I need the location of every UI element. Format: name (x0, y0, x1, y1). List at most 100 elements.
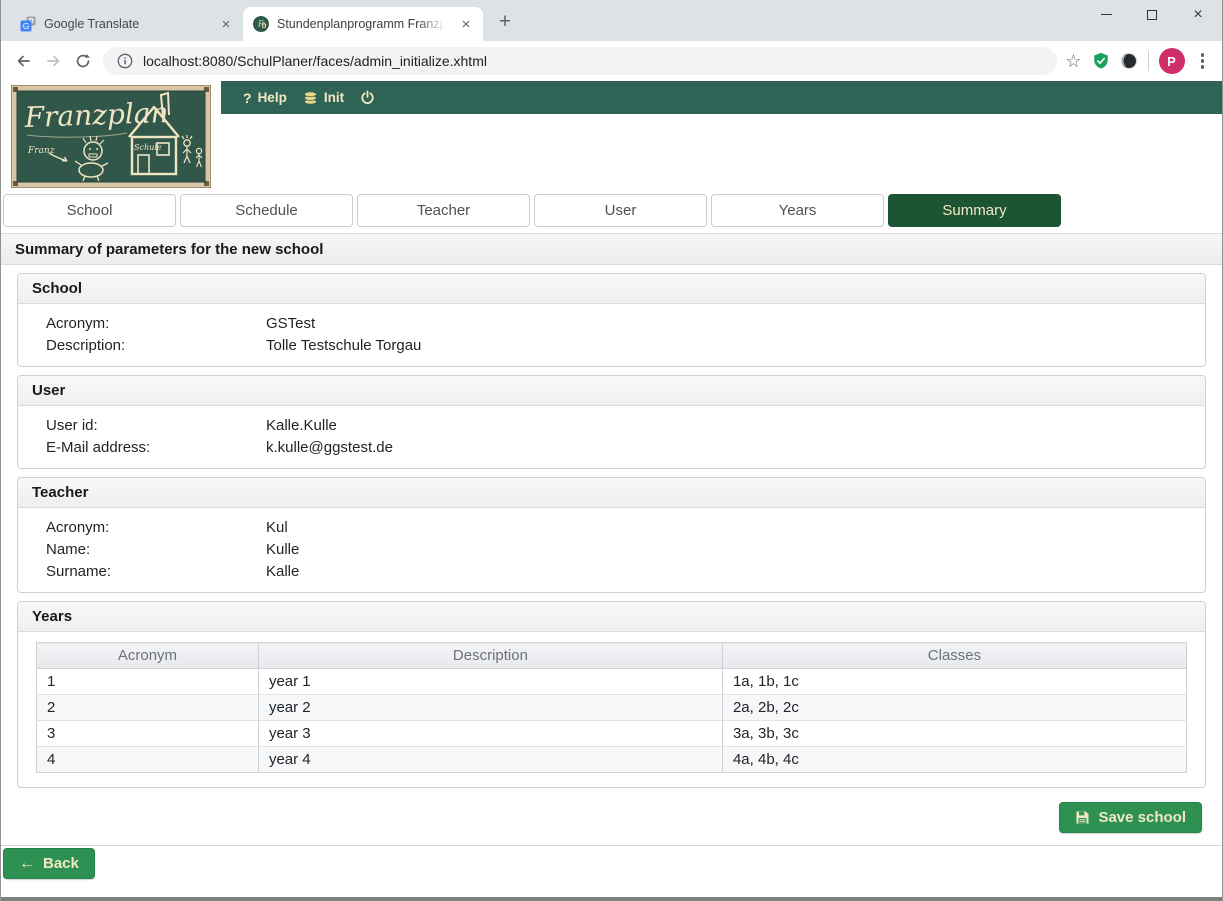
column-header-acronym: Acronym (37, 643, 259, 669)
tab-teacher[interactable]: Teacher (357, 194, 530, 227)
bookmark-star-icon[interactable]: ☆ (1065, 51, 1081, 72)
field-row: Acronym: GSTest (18, 312, 1205, 334)
database-icon (303, 90, 318, 105)
address-bar[interactable]: localhost:8080/SchulPlaner/faces/admin_i… (103, 47, 1057, 75)
field-label: User id: (46, 417, 266, 434)
table-row: 4 year 4 4a, 4b, 4c (37, 747, 1187, 773)
field-label: Description: (46, 337, 266, 354)
field-row: User id: Kalle.Kulle (18, 414, 1205, 436)
footer: ← Back (1, 845, 1222, 879)
tab-user[interactable]: User (534, 194, 707, 227)
svg-text:Schule: Schule (134, 143, 162, 152)
tab-school[interactable]: School (3, 194, 176, 227)
tab-title: Google Translate (44, 17, 209, 31)
years-panel-title: Years (18, 602, 1205, 632)
cell-acronym: 2 (37, 695, 259, 721)
field-row: Acronym: Kul (18, 516, 1205, 538)
table-row: 1 year 1 1a, 1b, 1c (37, 669, 1187, 695)
save-school-label: Save school (1098, 809, 1186, 826)
column-header-description: Description (258, 643, 722, 669)
cell-description: year 1 (258, 669, 722, 695)
tab-summary[interactable]: Summary (888, 194, 1061, 227)
cell-acronym: 1 (37, 669, 259, 695)
save-row: Save school (21, 802, 1202, 833)
window-minimize-button[interactable] (1083, 0, 1129, 29)
browser-window: G Google Translate × F Stundenplanprogra… (0, 0, 1223, 901)
tab-title: Stundenplanprogramm Franzplan (277, 17, 449, 31)
school-panel: School Acronym: GSTest Description: Toll… (17, 273, 1206, 367)
window-close-button[interactable]: × (1175, 0, 1221, 29)
browser-tab-google-translate[interactable]: G Google Translate × (10, 7, 243, 41)
cell-classes: 4a, 4b, 4c (722, 747, 1186, 773)
window-maximize-button[interactable] (1129, 0, 1175, 29)
profile-avatar[interactable]: P (1159, 48, 1185, 74)
browser-tab-bar: G Google Translate × F Stundenplanprogra… (1, 0, 1222, 41)
years-panel: Years Acronym Description Classes 1 year… (17, 601, 1206, 788)
cell-description: year 4 (258, 747, 722, 773)
franzplan-logo: Franzplan Schule Franz (11, 85, 211, 188)
moon-extension-icon[interactable] (1120, 52, 1138, 70)
back-nav-icon[interactable] (9, 47, 37, 75)
forward-nav-icon[interactable] (39, 47, 67, 75)
column-header-classes: Classes (722, 643, 1186, 669)
tab-schedule[interactable]: Schedule (180, 194, 353, 227)
field-value: Kul (266, 519, 1205, 536)
table-row: 2 year 2 2a, 2b, 2c (37, 695, 1187, 721)
cell-classes: 3a, 3b, 3c (722, 721, 1186, 747)
field-label: Acronym: (46, 315, 266, 332)
tab-close-icon[interactable]: × (457, 15, 475, 33)
years-header-row: Acronym Description Classes (37, 643, 1187, 669)
field-row: Description: Tolle Testschule Torgau (18, 334, 1205, 356)
window-bottom-border (1, 897, 1222, 901)
cell-acronym: 3 (37, 721, 259, 747)
teacher-panel: Teacher Acronym: Kul Name: Kulle Surname… (17, 477, 1206, 593)
field-row: Surname: Kalle (18, 560, 1205, 582)
chrome-menu-icon[interactable] (1195, 53, 1211, 69)
back-label: Back (43, 855, 79, 872)
years-table: Acronym Description Classes 1 year 1 1a,… (36, 642, 1187, 773)
field-value: k.kulle@ggstest.de (266, 439, 1205, 456)
shield-extension-icon[interactable] (1092, 52, 1110, 70)
field-value: Kalle.Kulle (266, 417, 1205, 434)
help-label: Help (258, 90, 287, 105)
url-text: localhost:8080/SchulPlaner/faces/admin_i… (143, 53, 487, 69)
info-icon (117, 53, 133, 69)
back-button[interactable]: ← Back (3, 848, 95, 879)
browser-tab-franzplan[interactable]: F Stundenplanprogramm Franzplan × (243, 7, 483, 41)
init-label: Init (324, 90, 344, 105)
power-icon (360, 90, 375, 105)
back-arrow-icon: ← (19, 856, 35, 872)
logout-menu-item[interactable] (360, 90, 375, 105)
table-row: 3 year 3 3a, 3b, 3c (37, 721, 1187, 747)
tab-years[interactable]: Years (711, 194, 884, 227)
field-value: Kulle (266, 541, 1205, 558)
new-tab-button[interactable]: + (491, 8, 519, 36)
cell-description: year 3 (258, 721, 722, 747)
toolbar-divider (1148, 51, 1149, 71)
field-row: Name: Kulle (18, 538, 1205, 560)
field-label: Name: (46, 541, 266, 558)
window-controls: × (1083, 0, 1221, 29)
franzplan-favicon: F (253, 16, 269, 32)
field-label: Acronym: (46, 519, 266, 536)
save-school-button[interactable]: Save school (1059, 802, 1202, 833)
app-content: ? Help Init (1, 81, 1222, 879)
field-row: E-Mail address: k.kulle@ggstest.de (18, 436, 1205, 458)
init-menu-item[interactable]: Init (303, 90, 344, 105)
help-menu-item[interactable]: ? Help (243, 90, 287, 106)
user-panel: User User id: Kalle.Kulle E-Mail address… (17, 375, 1206, 469)
teacher-panel-title: Teacher (18, 478, 1205, 508)
field-value: Kalle (266, 563, 1205, 580)
reload-icon[interactable] (69, 47, 97, 75)
toolbar-right: ☆ P (1065, 48, 1214, 74)
app-menubar: ? Help Init (221, 81, 1222, 114)
user-panel-title: User (18, 376, 1205, 406)
cell-classes: 1a, 1b, 1c (722, 669, 1186, 695)
school-panel-title: School (18, 274, 1205, 304)
svg-text:G: G (23, 21, 30, 31)
browser-toolbar: localhost:8080/SchulPlaner/faces/admin_i… (1, 41, 1222, 81)
wizard-tabs: School Schedule Teacher User Years Summa… (1, 194, 1222, 227)
field-label: E-Mail address: (46, 439, 266, 456)
tab-close-icon[interactable]: × (217, 15, 235, 33)
google-translate-favicon: G (20, 16, 36, 32)
